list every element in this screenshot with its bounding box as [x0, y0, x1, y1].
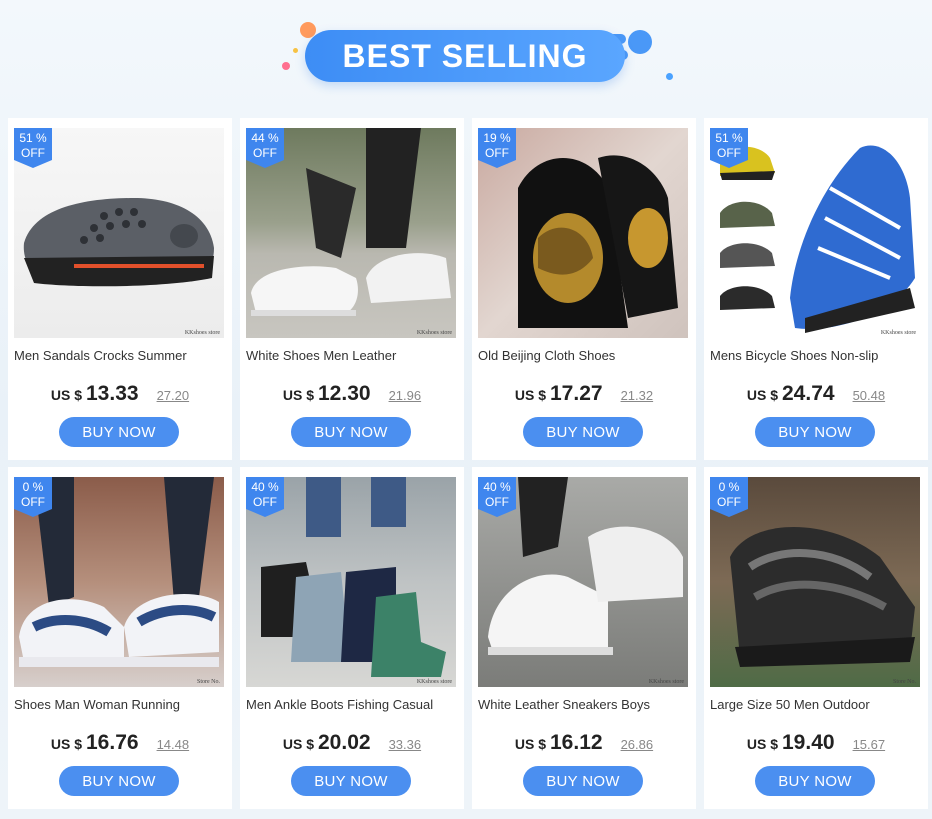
- buy-now-button[interactable]: BUY NOW: [755, 417, 875, 447]
- product-card[interactable]: KKshoes store 40 % OFF White Leather Sne…: [472, 467, 696, 809]
- discount-off: OFF: [485, 146, 509, 160]
- discount-badge: 51 % OFF: [710, 128, 748, 168]
- old-price: 27.20: [156, 388, 190, 403]
- product-title[interactable]: Men Sandals Crocks Summer: [14, 348, 226, 363]
- product-title[interactable]: Large Size 50 Men Outdoor: [710, 697, 922, 712]
- discount-percent: 51 %: [19, 131, 47, 145]
- currency: US $: [282, 736, 314, 752]
- discount-percent: 0 %: [22, 480, 44, 494]
- price-row: US $13.33 27.20: [8, 382, 232, 406]
- currency: US $: [50, 387, 82, 403]
- old-price: 14.48: [156, 737, 190, 752]
- price-row: US $12.30 21.96: [240, 382, 464, 406]
- old-price: 21.96: [388, 388, 422, 403]
- decor-dot: [666, 73, 673, 80]
- old-price: 50.48: [852, 388, 886, 403]
- product-title[interactable]: Mens Bicycle Shoes Non-slip: [710, 348, 922, 363]
- price-row: US $16.76 14.48: [8, 731, 232, 755]
- price: 19.40: [782, 731, 835, 754]
- product-title[interactable]: Men Ankle Boots Fishing Casual: [246, 697, 458, 712]
- discount-off: OFF: [485, 495, 509, 509]
- product-grid: KKshoes store 51 % OFF Men Sandals Crock…: [8, 118, 932, 813]
- product-title[interactable]: White Shoes Men Leather: [246, 348, 458, 363]
- old-price: 15.67: [852, 737, 886, 752]
- buy-now-button[interactable]: BUY NOW: [59, 417, 179, 447]
- price: 13.33: [86, 382, 139, 405]
- product-title[interactable]: Shoes Man Woman Running: [14, 697, 226, 712]
- header: BEST SELLING: [0, 0, 932, 110]
- buy-now-button[interactable]: BUY NOW: [523, 417, 643, 447]
- discount-badge: 40 % OFF: [246, 477, 284, 517]
- buy-now-button[interactable]: BUY NOW: [291, 766, 411, 796]
- store-tag: KKshoes store: [880, 330, 916, 336]
- currency: US $: [746, 387, 778, 403]
- discount-badge: 40 % OFF: [478, 477, 516, 517]
- buy-now-button[interactable]: BUY NOW: [755, 766, 875, 796]
- buy-now-button[interactable]: BUY NOW: [291, 417, 411, 447]
- price-row: US $16.12 26.86: [472, 731, 696, 755]
- price: 12.30: [318, 382, 371, 405]
- store-tag: Store No.: [197, 679, 220, 685]
- discount-off: OFF: [253, 495, 277, 509]
- price-row: US $24.74 50.48: [704, 382, 928, 406]
- old-price: 33.36: [388, 737, 422, 752]
- page-title: BEST SELLING: [342, 37, 588, 74]
- product-card[interactable]: KKshoes store 44 % OFF White Shoes Men L…: [240, 118, 464, 460]
- best-selling-banner: BEST SELLING: [305, 30, 625, 82]
- price: 17.27: [550, 382, 603, 405]
- currency: US $: [746, 736, 778, 752]
- product-card[interactable]: KKshoes store 51 % OFF Men Sandals Crock…: [8, 118, 232, 460]
- discount-off: OFF: [253, 146, 277, 160]
- discount-off: OFF: [21, 146, 45, 160]
- discount-percent: 40 %: [251, 480, 279, 494]
- currency: US $: [514, 736, 546, 752]
- discount-off: OFF: [717, 495, 741, 509]
- discount-off: OFF: [21, 495, 45, 509]
- decor-dot: [628, 30, 652, 54]
- currency: US $: [282, 387, 314, 403]
- product-card[interactable]: 19 % OFF Old Beijing Cloth Shoes US $17.…: [472, 118, 696, 460]
- discount-badge: 0 % OFF: [14, 477, 52, 517]
- product-card[interactable]: Store No. 0 % OFF Large Size 50 Men Outd…: [704, 467, 928, 809]
- price-row: US $19.40 15.67: [704, 731, 928, 755]
- discount-off: OFF: [717, 146, 741, 160]
- product-title[interactable]: Old Beijing Cloth Shoes: [478, 348, 690, 363]
- price-row: US $20.02 33.36: [240, 731, 464, 755]
- product-card[interactable]: KKshoes store 40 % OFF Men Ankle Boots F…: [240, 467, 464, 809]
- discount-badge: 44 % OFF: [246, 128, 284, 168]
- store-tag: KKshoes store: [184, 330, 220, 336]
- old-price: 26.86: [620, 737, 654, 752]
- discount-percent: 40 %: [483, 480, 511, 494]
- price: 16.12: [550, 731, 603, 754]
- price: 24.74: [782, 382, 835, 405]
- buy-now-button[interactable]: BUY NOW: [59, 766, 179, 796]
- currency: US $: [514, 387, 546, 403]
- product-card[interactable]: Store No. 0 % OFF Shoes Man Woman Runnin…: [8, 467, 232, 809]
- product-card[interactable]: KKshoes store 51 % OFF Mens Bicycle Shoe…: [704, 118, 928, 460]
- discount-percent: 0 %: [718, 480, 740, 494]
- store-tag: KKshoes store: [416, 679, 452, 685]
- price: 16.76: [86, 731, 139, 754]
- discount-badge: 0 % OFF: [710, 477, 748, 517]
- store-tag: KKshoes store: [416, 330, 452, 336]
- decor-dot: [282, 62, 290, 70]
- price: 20.02: [318, 731, 371, 754]
- product-title[interactable]: White Leather Sneakers Boys: [478, 697, 690, 712]
- store-tag: Store No.: [893, 679, 916, 685]
- old-price: 21.32: [620, 388, 654, 403]
- buy-now-button[interactable]: BUY NOW: [523, 766, 643, 796]
- decor-dot: [293, 48, 298, 53]
- discount-percent: 44 %: [251, 131, 279, 145]
- discount-badge: 51 % OFF: [14, 128, 52, 168]
- discount-badge: 19 % OFF: [478, 128, 516, 168]
- discount-percent: 51 %: [715, 131, 743, 145]
- store-tag: KKshoes store: [648, 679, 684, 685]
- price-row: US $17.27 21.32: [472, 382, 696, 406]
- discount-percent: 19 %: [483, 131, 511, 145]
- currency: US $: [50, 736, 82, 752]
